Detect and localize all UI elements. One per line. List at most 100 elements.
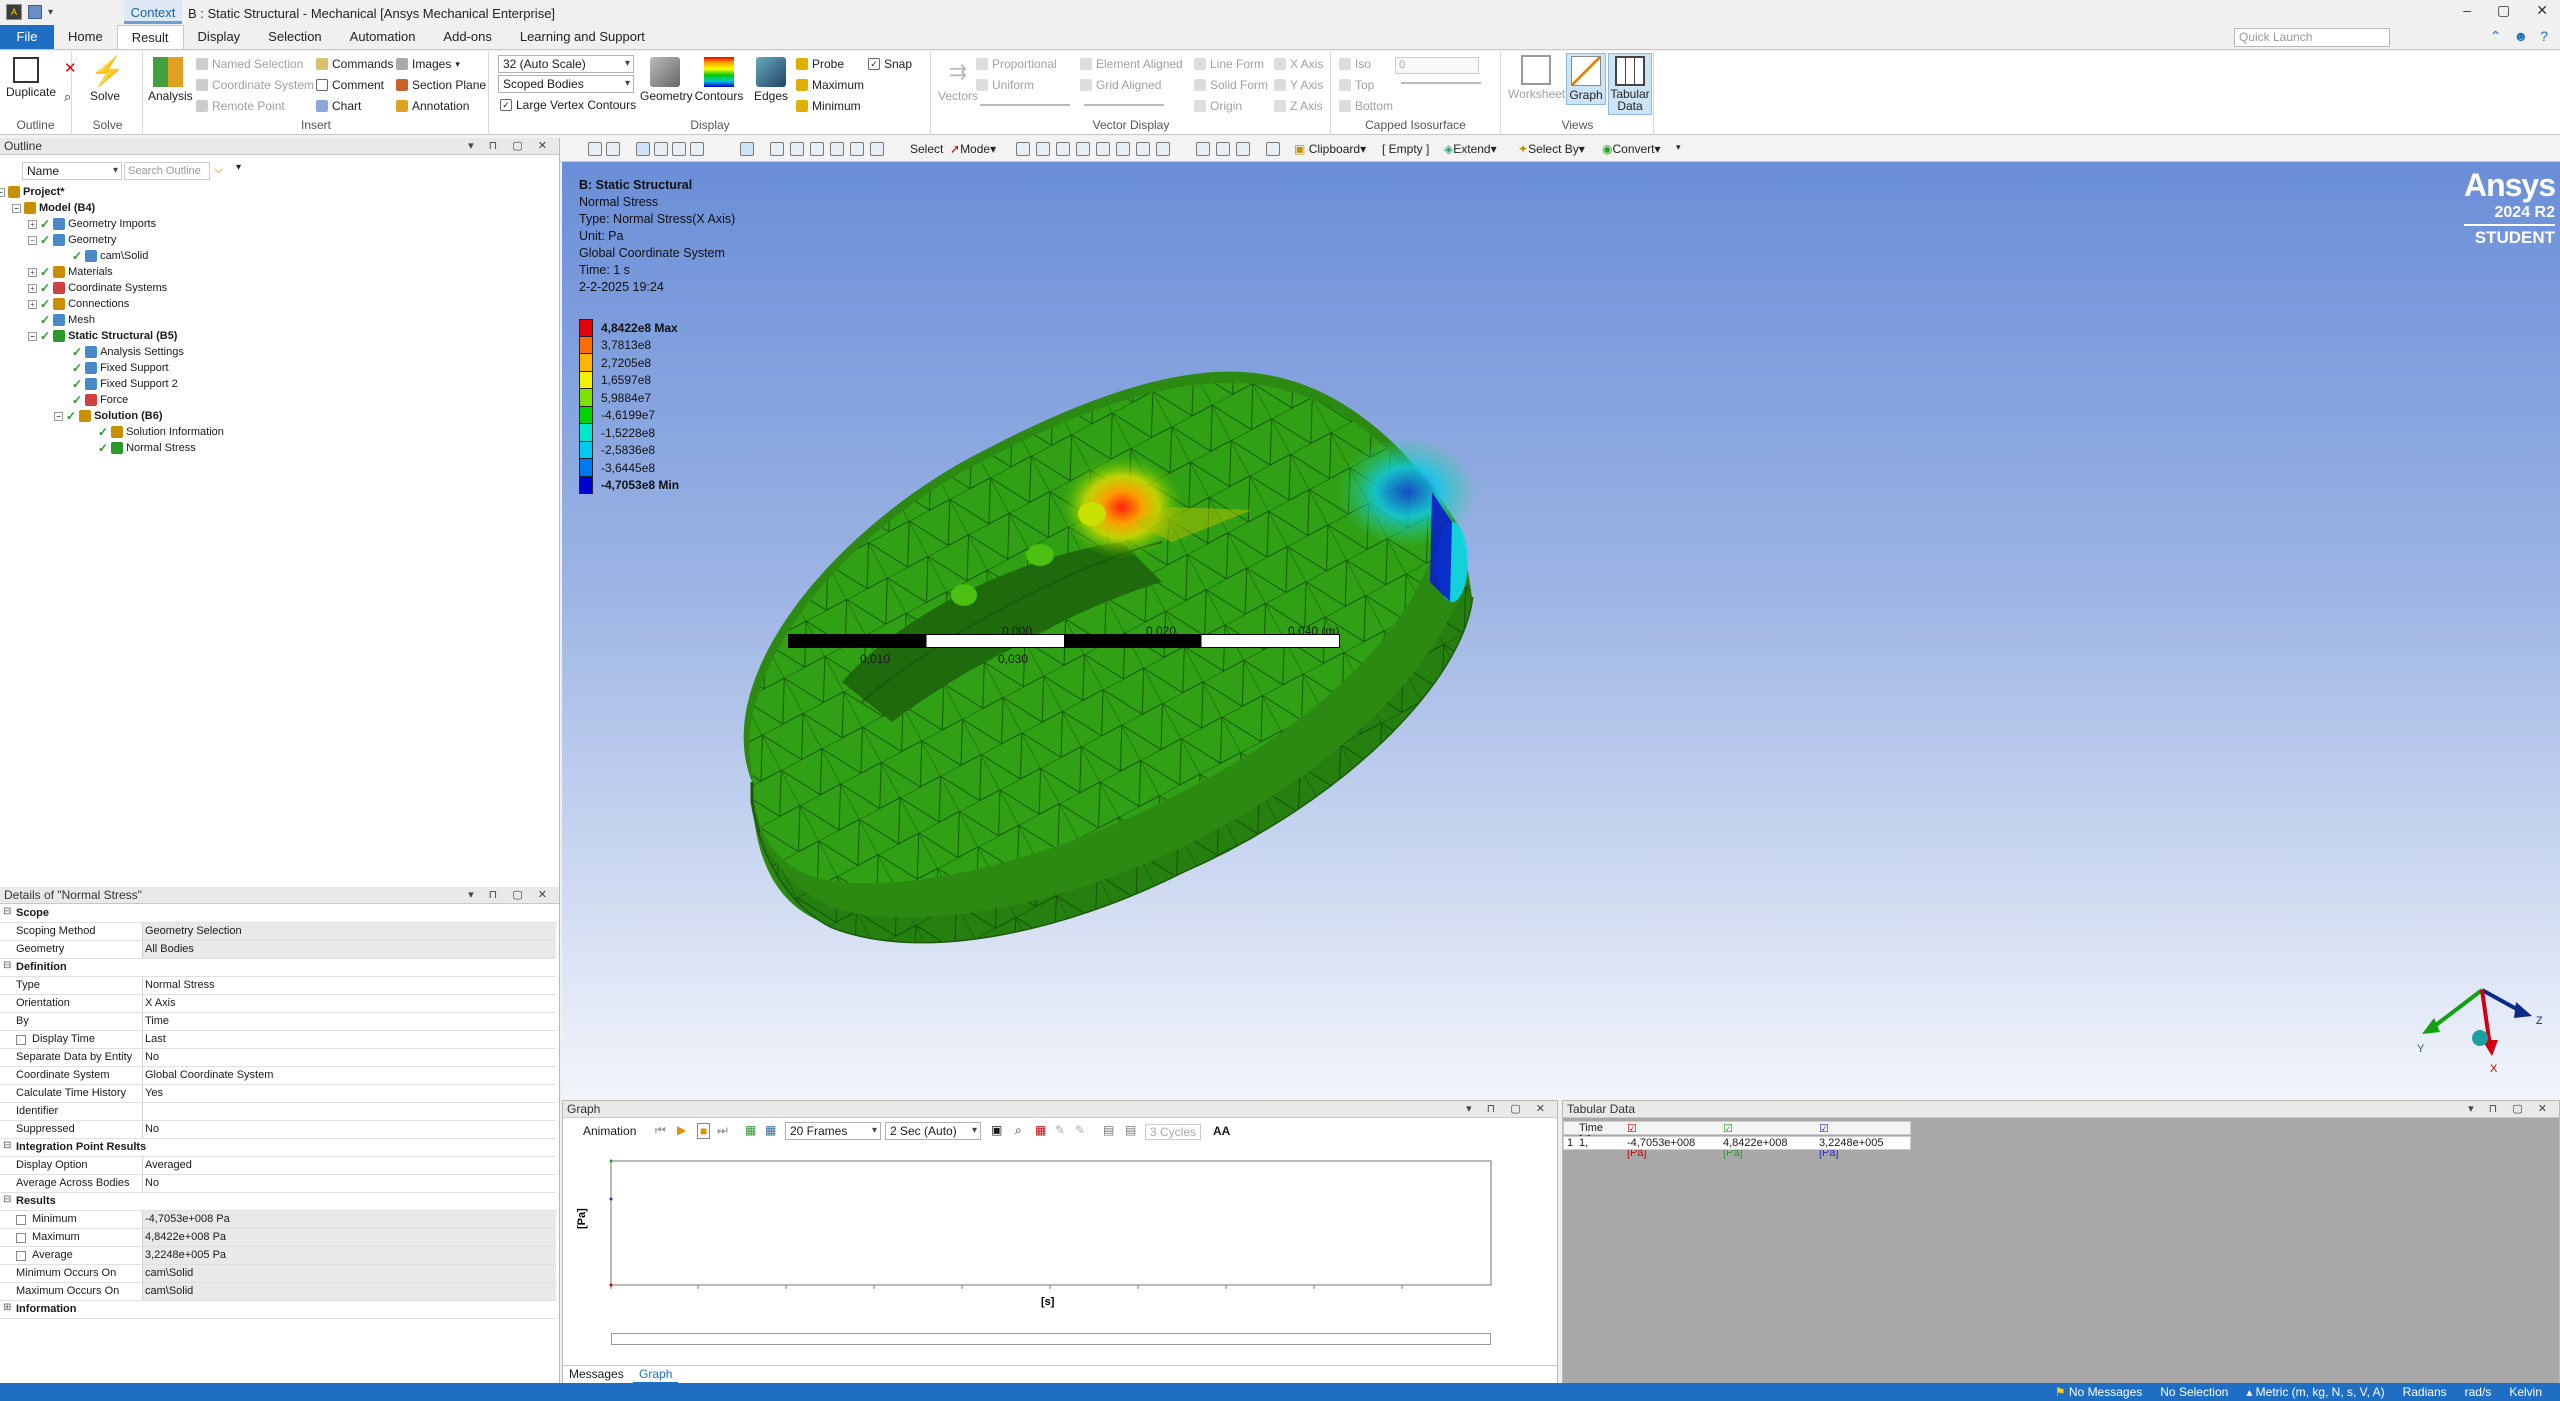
chart-button[interactable]: Chart <box>316 99 361 113</box>
extend-dropdown[interactable]: ◈Extend▾ <box>1444 142 1497 156</box>
graph-panel-controls[interactable]: ▾ ⊓ ▢ ✕ <box>1466 1101 1551 1118</box>
select-face-icon[interactable] <box>1056 142 1070 156</box>
grid-aligned-button[interactable]: Grid Aligned <box>1080 78 1161 92</box>
filter-icon[interactable]: ⌵ <box>214 162 223 177</box>
tree-item[interactable]: ✓ Normal Stress <box>98 440 196 456</box>
details-row[interactable]: Geometry All Bodies <box>0 941 556 959</box>
animation-graph[interactable]: [Pa] [s] <box>563 1145 1557 1325</box>
result-sets-icon[interactable]: ▦ <box>765 1123 776 1137</box>
solid-form-button[interactable]: Solid Form <box>1194 78 1268 92</box>
previous-frame-icon[interactable]: ⏮ <box>655 1123 666 1138</box>
tab-messages[interactable]: Messages <box>563 1366 630 1382</box>
property-value[interactable]: X Axis <box>142 995 556 1012</box>
tree-item[interactable]: + ✓ Connections <box>28 296 129 312</box>
expand-toggle-icon[interactable]: + <box>28 219 37 229</box>
graph-tool-2-icon[interactable]: ✎ <box>1075 1123 1085 1137</box>
vector-length-slider[interactable] <box>980 104 1070 106</box>
app-icon[interactable]: A <box>6 4 22 20</box>
tree-item[interactable]: + ✓ Geometry Imports <box>28 216 156 232</box>
expand-toggle-icon[interactable]: − <box>54 411 63 421</box>
tab-result[interactable]: Result <box>116 25 184 49</box>
property-value[interactable]: -4,7053e+008 Pa <box>142 1211 556 1228</box>
details-row[interactable]: Separate Data by Entity No <box>0 1049 556 1067</box>
tab-automation[interactable]: Automation <box>336 25 430 49</box>
tab-file[interactable]: File <box>0 25 54 49</box>
magnifier-icon[interactable] <box>850 142 864 156</box>
pan-icon[interactable] <box>690 142 704 156</box>
select-edge-icon[interactable] <box>1036 142 1050 156</box>
property-value[interactable]: All Bodies <box>142 941 556 958</box>
clipboard-dropdown[interactable]: ▣ Clipboard▾ <box>1294 142 1366 156</box>
property-value[interactable]: 4,8422e+008 Pa <box>142 1229 556 1246</box>
iso-button[interactable]: Iso <box>1339 57 1371 71</box>
tab-add-ons[interactable]: Add-ons <box>429 25 505 49</box>
zoom-in-icon[interactable] <box>790 142 804 156</box>
details-row[interactable]: Display Option Averaged <box>0 1157 556 1175</box>
details-row[interactable]: Average Across Bodies No <box>0 1175 556 1193</box>
z-axis-button[interactable]: Z Axis <box>1274 99 1323 113</box>
antialias-button[interactable]: AA <box>1213 1124 1230 1138</box>
tab-home[interactable]: Home <box>54 25 117 49</box>
graph-view-button[interactable]: Graph <box>1566 53 1606 105</box>
tree-item[interactable]: − ✓ Solution (B6) <box>54 408 163 424</box>
maximize-button[interactable]: ▢ <box>2497 2 2510 19</box>
quick-launch-input[interactable]: Quick Launch <box>2234 28 2390 47</box>
name-filter-select[interactable]: Name <box>22 162 122 180</box>
play-icon[interactable]: ▶ <box>677 1123 686 1137</box>
parameter-checkbox[interactable] <box>16 1035 26 1045</box>
element-aligned-button[interactable]: Element Aligned <box>1080 57 1183 71</box>
close-button[interactable]: ✕ <box>2536 2 2548 19</box>
duration-select[interactable]: 2 Sec (Auto) <box>885 1122 981 1140</box>
probe-button[interactable]: Probe <box>796 57 844 71</box>
cam-body[interactable] <box>743 371 1477 944</box>
select-body-icon[interactable] <box>1076 142 1090 156</box>
select-element-face-icon[interactable] <box>1116 142 1130 156</box>
tree-item[interactable]: − Project* <box>0 184 65 200</box>
details-row[interactable]: Display Time Last <box>0 1031 556 1049</box>
temperature-units[interactable]: Kelvin <box>2509 1383 2542 1401</box>
annotation-button[interactable]: Annotation <box>396 99 469 113</box>
select-mesh-icon[interactable] <box>654 142 668 156</box>
style-icon[interactable]: ☻ <box>2513 28 2528 45</box>
filter-chevron-icon[interactable]: ▾ <box>236 162 241 173</box>
zoom-box-icon[interactable] <box>810 142 824 156</box>
solve-button[interactable]: ⚡ Solve <box>87 57 125 104</box>
list-icon[interactable]: ▤ <box>1103 1123 1114 1137</box>
property-value[interactable]: No <box>142 1121 556 1138</box>
tab-display[interactable]: Display <box>184 25 255 49</box>
contours-button[interactable]: Contours <box>694 57 744 103</box>
expand-toggle-icon[interactable]: + <box>28 299 37 309</box>
images-button[interactable]: Images ▾ <box>396 57 460 71</box>
details-row[interactable]: Coordinate System Global Coordinate Syste… <box>0 1067 556 1085</box>
details-row[interactable]: Orientation X Axis <box>0 995 556 1013</box>
property-value[interactable]: cam\Solid <box>142 1265 556 1282</box>
convert-dropdown[interactable]: ◉Convert▾ <box>1602 142 1661 156</box>
tree-item[interactable]: − ✓ Static Structural (B5) <box>28 328 177 344</box>
angle-units[interactable]: Radians <box>2403 1383 2447 1401</box>
context-tab[interactable]: Context <box>124 0 182 24</box>
details-section[interactable]: Integration Point Results <box>0 1139 556 1157</box>
details-row[interactable]: Average 3,2248e+005 Pa <box>0 1247 556 1265</box>
select-element-body-icon[interactable] <box>1156 142 1170 156</box>
label-icon[interactable] <box>1196 142 1210 156</box>
tab-learning-support[interactable]: Learning and Support <box>506 25 659 49</box>
scoped-select[interactable]: Scoped Bodies <box>498 75 634 93</box>
details-section[interactable]: Scope <box>0 905 556 923</box>
named-selection-button[interactable]: Named Selection <box>196 57 303 71</box>
tab-graph[interactable]: Graph <box>633 1366 679 1384</box>
details-panel-controls[interactable]: ▾ ⊓ ▢ ✕ <box>468 887 553 904</box>
tree-item[interactable]: ✓ Mesh <box>40 312 95 328</box>
export-video-icon[interactable]: ▣ <box>991 1123 1002 1137</box>
zoom-to-fit-icon[interactable]: ⌕ <box>1015 1123 1022 1138</box>
search-outline-input[interactable]: Search Outline <box>124 162 210 180</box>
tree-item[interactable]: ✓ Solution Information <box>98 424 224 440</box>
axis-triad[interactable]: Y Z X <box>2372 952 2542 1072</box>
select-vertex-icon[interactable] <box>1016 142 1030 156</box>
expand-toggle-icon[interactable]: + <box>28 283 37 293</box>
mode-dropdown[interactable]: ➚Mode▾ <box>950 142 996 156</box>
zoom-fit-icon[interactable] <box>870 142 884 156</box>
commands-button[interactable]: Commands <box>316 57 393 71</box>
property-value[interactable]: Normal Stress <box>142 977 556 994</box>
toolbar-overflow-icon[interactable]: ▾ <box>1676 142 1681 153</box>
pan-view-icon[interactable] <box>770 142 784 156</box>
